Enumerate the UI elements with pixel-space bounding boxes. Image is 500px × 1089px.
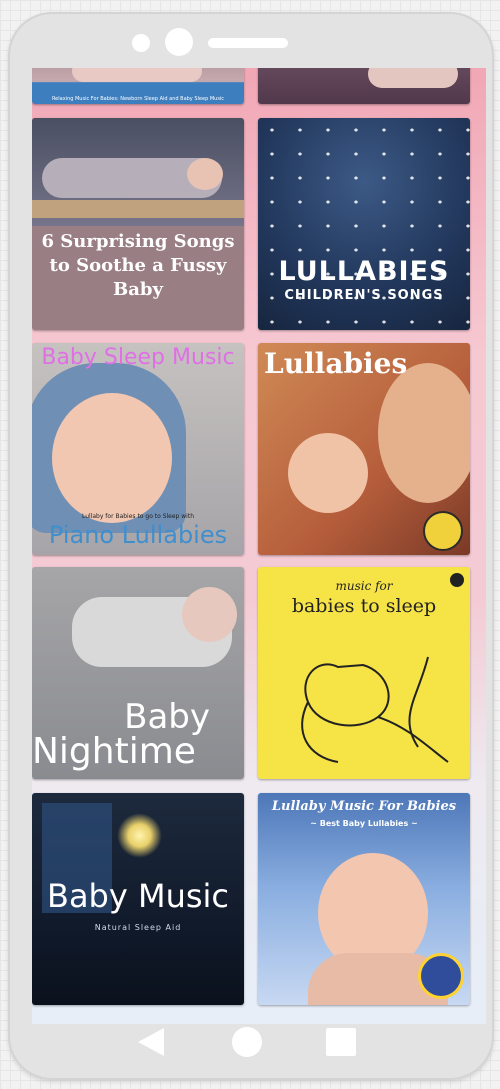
back-icon[interactable]	[138, 1028, 164, 1056]
baby-sketch-icon	[301, 656, 449, 763]
baby-illustration	[72, 68, 202, 82]
recent-apps-icon[interactable]	[326, 1028, 356, 1056]
baby-head	[182, 587, 237, 642]
album-grid-screen[interactable]: Relaxing Music For Babies: Newborn Sleep…	[32, 68, 486, 1024]
album-title: Lullabies	[264, 347, 408, 380]
album-tile[interactable]: Lullabies	[258, 343, 470, 555]
album-title: LULLABIES	[278, 256, 450, 287]
baby-face	[52, 393, 172, 523]
album-tile[interactable]: 6 Surprising Songs to Soothe a Fussy Bab…	[32, 118, 244, 330]
mother-figure	[378, 363, 470, 503]
album-title: music for	[335, 579, 393, 593]
front-camera	[132, 34, 150, 52]
album-subtitle: Natural Sleep Aid	[94, 923, 182, 932]
album-subtitle: Piano Lullabies	[48, 521, 228, 549]
album-title: Relaxing Music For Babies: Newborn Sleep…	[51, 96, 225, 102]
album-note: Lullaby for Babies to go to Sleep with	[81, 513, 195, 520]
album-tile[interactable]: Baby Nightime	[32, 567, 244, 779]
front-sensor	[165, 28, 193, 56]
album-art-photo	[32, 118, 244, 226]
earpiece-speaker	[208, 38, 288, 48]
album-subtitle: ~ Best Baby Lullabies ~	[310, 819, 418, 828]
album-tile[interactable]	[258, 68, 470, 104]
album-title: Baby Sleep Music	[41, 345, 235, 370]
album-tile[interactable]: music for babies to sleep	[258, 567, 470, 779]
album-subtitle: Nightime	[32, 731, 196, 772]
album-tile[interactable]: Lullaby Music For Babies ~ Best Baby Lul…	[258, 793, 470, 1005]
night-lamp-icon	[117, 813, 162, 858]
baby-illustration	[368, 68, 458, 88]
badge-icon	[423, 511, 463, 551]
album-tile[interactable]: Baby Sleep Music Lullaby for Babies to g…	[32, 343, 244, 555]
album-subtitle: CHILDREN'S SONGS	[284, 288, 444, 303]
album-tile[interactable]: Baby Music Natural Sleep Aid	[32, 793, 244, 1005]
system-nav-bar	[8, 1022, 494, 1062]
album-subtitle: babies to sleep	[291, 595, 437, 617]
baby-head	[288, 433, 368, 513]
album-title: Lullaby Music For Babies	[271, 799, 457, 814]
phone-frame: Relaxing Music For Babies: Newborn Sleep…	[8, 12, 494, 1080]
album-title: 6 Surprising Songs to Soothe a Fussy Bab…	[41, 231, 235, 300]
album-tile[interactable]: Relaxing Music For Babies: Newborn Sleep…	[32, 68, 244, 104]
album-tile[interactable]: LULLABIES CHILDREN'S SONGS	[258, 118, 470, 330]
home-icon[interactable]	[232, 1027, 262, 1057]
moon-logo-icon	[418, 953, 464, 999]
album-title: Baby Music	[46, 877, 230, 915]
